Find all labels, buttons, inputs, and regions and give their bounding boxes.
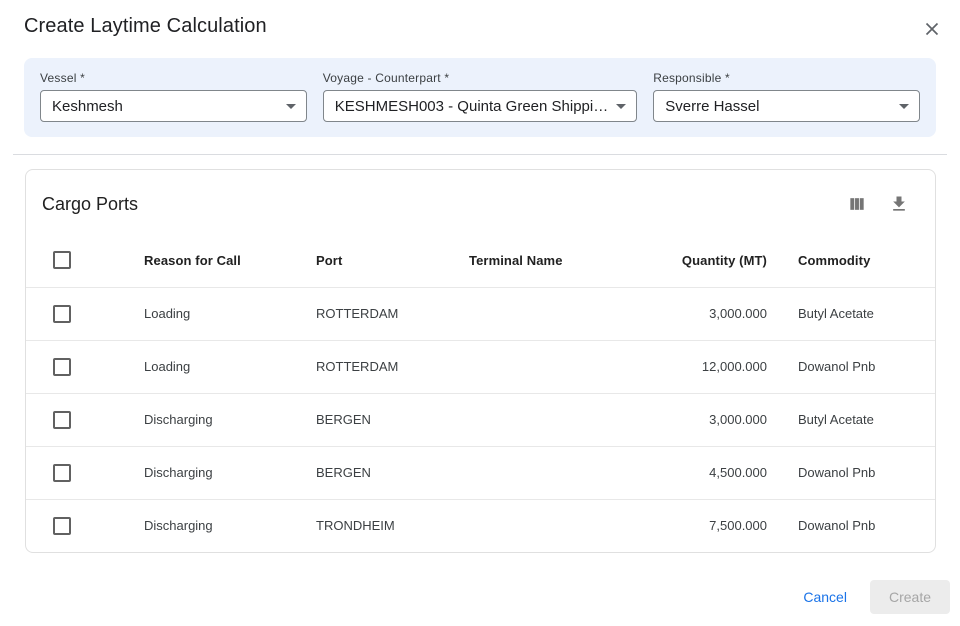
row-checkbox[interactable] [53, 411, 71, 429]
section-divider [13, 154, 947, 155]
cell-commodity: Butyl Acetate [767, 393, 935, 446]
cancel-button[interactable]: Cancel [787, 580, 863, 614]
create-button[interactable]: Create [870, 580, 950, 614]
responsible-value: Sverre Hassel [665, 98, 891, 115]
vessel-field: Vessel * Keshmesh [40, 71, 307, 122]
select-all-checkbox[interactable] [53, 251, 71, 269]
row-checkbox[interactable] [53, 517, 71, 535]
chevron-down-icon [899, 104, 909, 109]
cell-quantity-mt: 3,000.000 [624, 393, 767, 446]
columns-icon[interactable] [847, 194, 867, 214]
table-header-row: Reason for Call Port Terminal Name Quant… [26, 234, 935, 287]
cargo-ports-table: Reason for Call Port Terminal Name Quant… [26, 234, 935, 552]
cell-reason-for-call: Discharging [144, 446, 316, 499]
cargo-ports-title: Cargo Ports [42, 194, 138, 215]
cell-reason-for-call: Discharging [144, 499, 316, 552]
cell-reason-for-call: Discharging [144, 393, 316, 446]
dialog-header: Create Laytime Calculation [0, 0, 960, 40]
cell-port: BERGEN [316, 446, 469, 499]
responsible-label: Responsible * [653, 71, 920, 85]
cell-reason-for-call: Loading [144, 287, 316, 340]
cell-terminal-name [469, 287, 624, 340]
cell-port: BERGEN [316, 393, 469, 446]
page-title: Create Laytime Calculation [24, 15, 267, 38]
chevron-down-icon [616, 104, 626, 109]
header-reason-for-call: Reason for Call [144, 234, 316, 287]
table-row: Loading ROTTERDAM 12,000.000 Dowanol Pnb [26, 340, 935, 393]
voyage-counterpart-value: KESHMESH003 - Quinta Green Shippi… [335, 98, 608, 115]
row-checkbox[interactable] [53, 305, 71, 323]
chevron-down-icon [286, 104, 296, 109]
table-row: Loading ROTTERDAM 3,000.000 Butyl Acetat… [26, 287, 935, 340]
cell-commodity: Dowanol Pnb [767, 446, 935, 499]
vessel-select[interactable]: Keshmesh [40, 90, 307, 122]
responsible-field: Responsible * Sverre Hassel [653, 71, 920, 122]
cell-port: ROTTERDAM [316, 287, 469, 340]
cargo-ports-header: Cargo Ports [26, 170, 935, 234]
table-row: Discharging TRONDHEIM 7,500.000 Dowanol … [26, 499, 935, 552]
cell-terminal-name [469, 446, 624, 499]
header-port: Port [316, 234, 469, 287]
cell-quantity-mt: 3,000.000 [624, 287, 767, 340]
header-quantity-mt: Quantity (MT) [624, 234, 767, 287]
cell-port: ROTTERDAM [316, 340, 469, 393]
cell-terminal-name [469, 393, 624, 446]
vessel-value: Keshmesh [52, 98, 278, 115]
cell-reason-for-call: Loading [144, 340, 316, 393]
create-laytime-dialog: Create Laytime Calculation Vessel * Kesh… [0, 0, 960, 614]
header-commodity: Commodity [767, 234, 935, 287]
voyage-counterpart-field: Voyage - Counterpart * KESHMESH003 - Qui… [323, 71, 637, 122]
responsible-select[interactable]: Sverre Hassel [653, 90, 920, 122]
close-icon[interactable] [920, 17, 944, 41]
cell-quantity-mt: 4,500.000 [624, 446, 767, 499]
cell-terminal-name [469, 499, 624, 552]
table-actions [847, 194, 909, 214]
cell-quantity-mt: 12,000.000 [624, 340, 767, 393]
cell-quantity-mt: 7,500.000 [624, 499, 767, 552]
voyage-counterpart-label: Voyage - Counterpart * [323, 71, 637, 85]
cell-port: TRONDHEIM [316, 499, 469, 552]
voyage-counterpart-select[interactable]: KESHMESH003 - Quinta Green Shippi… [323, 90, 637, 122]
row-checkbox[interactable] [53, 464, 71, 482]
row-checkbox[interactable] [53, 358, 71, 376]
cell-commodity: Dowanol Pnb [767, 340, 935, 393]
dialog-footer: Cancel Create [0, 553, 960, 614]
cell-terminal-name [469, 340, 624, 393]
table-row: Discharging BERGEN 3,000.000 Butyl Aceta… [26, 393, 935, 446]
cargo-ports-card: Cargo Ports [25, 169, 936, 553]
vessel-label: Vessel * [40, 71, 307, 85]
download-icon[interactable] [889, 194, 909, 214]
table-row: Discharging BERGEN 4,500.000 Dowanol Pnb [26, 446, 935, 499]
header-terminal-name: Terminal Name [469, 234, 624, 287]
cell-commodity: Dowanol Pnb [767, 499, 935, 552]
cell-commodity: Butyl Acetate [767, 287, 935, 340]
voyage-form-panel: Vessel * Keshmesh Voyage - Counterpart *… [24, 58, 936, 137]
